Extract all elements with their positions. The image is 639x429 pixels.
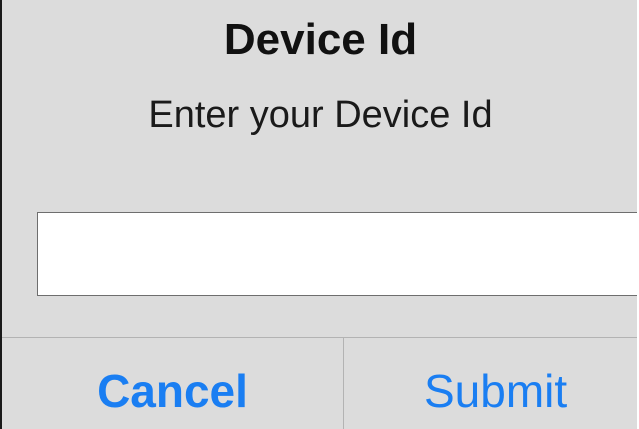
device-id-input[interactable]: [37, 212, 637, 296]
submit-button[interactable]: Submit: [344, 338, 637, 429]
dialog-message: Enter your Device Id: [148, 94, 493, 136]
device-id-alert-dialog: Device Id Enter your Device Id Cancel Su…: [0, 0, 637, 429]
cancel-button[interactable]: Cancel: [2, 338, 343, 429]
dialog-title: Device Id: [223, 15, 418, 64]
